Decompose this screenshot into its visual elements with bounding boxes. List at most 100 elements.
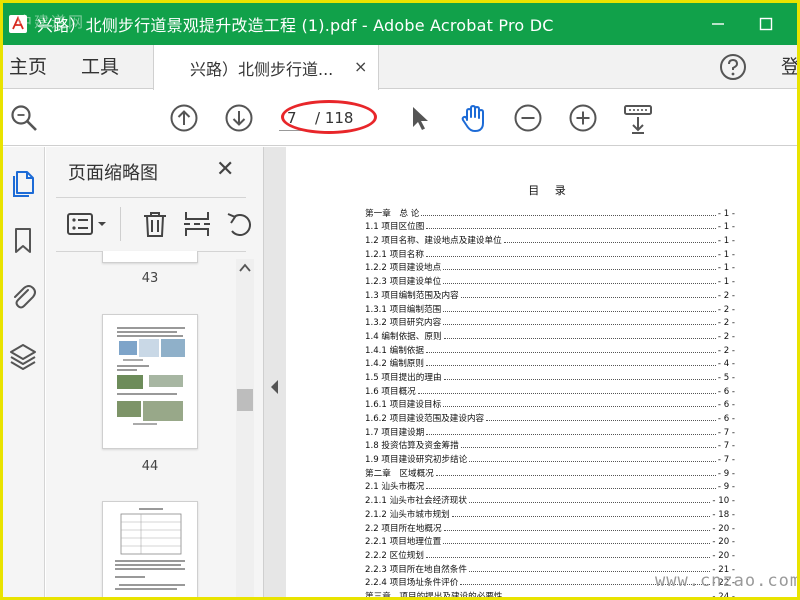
toc-entry[interactable]: 1.3.1 项目编制范围 - 2 -: [365, 301, 735, 315]
toc-entry[interactable]: 1.9 项目建设研究初步结论 - 7 -: [365, 451, 735, 465]
toc-leader-dots: [421, 214, 716, 216]
panel-title: 页面缩略图: [68, 163, 158, 184]
page-preview: [115, 508, 185, 590]
rotate-icon: [227, 213, 251, 236]
toc-entry[interactable]: 1.4 编制依据、原则 - 2 -: [365, 328, 735, 342]
toc-entry[interactable]: 1.2.2 项目建设地点 - 1 -: [365, 260, 735, 274]
toc-entry[interactable]: 1.3.2 项目研究内容 - 2 -: [365, 315, 735, 329]
toc-leader-dots: [425, 556, 711, 558]
toc-entry[interactable]: 第二章 区域概况 - 9 -: [365, 465, 735, 479]
document-view[interactable]: 目 录 第一章 总 论- 1 -1.1 项目区位图 - 1 -1.2 项目名称、建…: [286, 147, 797, 600]
toc-entry[interactable]: 1.5 项目提出的理由 - 5 -: [365, 369, 735, 383]
toc-entry[interactable]: 1.4.2 编制原则 - 4 -: [365, 356, 735, 369]
toc-entry-page: - 7 -: [717, 441, 735, 452]
toc-entry[interactable]: 1.2.3 项目建设单位 - 1 -: [365, 273, 735, 287]
table-of-contents: 第一章 总 论- 1 -1.1 项目区位图 - 1 -1.2 项目名称、建设地点及…: [365, 205, 735, 600]
minus-circle-icon: [514, 104, 542, 132]
toc-leader-dots: [443, 283, 716, 285]
close-panel-button[interactable]: ✕: [216, 157, 234, 182]
toc-entry[interactable]: 1.1 项目区位图 - 1 -: [365, 219, 735, 232]
delete-pages-button[interactable]: [140, 209, 170, 243]
arrow-up-circle-icon: [170, 104, 198, 132]
toc-entry[interactable]: 1.8 投资估算及资金筹措 - 7 -: [365, 438, 735, 452]
panel-collapse-strip[interactable]: [264, 147, 286, 597]
rotate-page-button[interactable]: [224, 209, 254, 243]
next-page-button[interactable]: [224, 103, 254, 133]
page-thumbnail-44[interactable]: [102, 314, 198, 449]
toc-entry[interactable]: 2.2.2 区位规划 - 20 -: [365, 547, 735, 561]
maximize-button[interactable]: [743, 3, 789, 45]
toc-entry-text: 1.3.2 项目研究内容: [365, 318, 442, 329]
sign-in-button[interactable]: 登: [781, 45, 797, 89]
page-thumbnail-45[interactable]: [102, 501, 198, 597]
toc-entry-text: 1.2.2 项目建设地点: [365, 263, 442, 274]
toc-leader-dots: [443, 310, 716, 312]
toc-entry-page: - 1 -: [717, 277, 735, 288]
toc-entry[interactable]: 2.1.2 汕头市城市规划 - 18 -: [365, 506, 735, 520]
toc-leader-dots: [443, 324, 716, 326]
toc-entry[interactable]: 1.7 项目建设期 - 7 -: [365, 424, 735, 438]
bookmarks-button[interactable]: [8, 225, 38, 255]
tab-document[interactable]: 兴路）北侧步行道... ×: [153, 45, 379, 90]
tab-home[interactable]: 主页: [9, 45, 47, 89]
toc-entry-page: - 2 -: [717, 331, 735, 342]
page-thumbnails-button[interactable]: [8, 167, 38, 197]
keyboard-scroll-button[interactable]: [622, 103, 652, 134]
toc-entry-page: - 2 -: [717, 290, 735, 301]
toc-entry-text: 1.5 项目提出的理由: [365, 372, 442, 383]
divider: [120, 207, 121, 241]
attachments-button[interactable]: [8, 281, 38, 311]
help-button[interactable]: [718, 52, 748, 86]
toc-entry-page: - 6 -: [717, 386, 735, 397]
insert-page-button[interactable]: [182, 209, 212, 243]
toc-entry-text: 2.2.4 项目场址条件评价: [365, 578, 459, 589]
toc-entry-text: 1.3 项目编制范围及内容: [365, 290, 459, 301]
toc-entry[interactable]: 2.1 汕头市概况 - 9 -: [365, 479, 735, 492]
arrow-down-circle-icon: [225, 104, 253, 132]
toc-entry[interactable]: 1.2.1 项目名称 - 1 -: [365, 246, 735, 260]
toc-entry-text: 2.2.1 项目地理位置: [365, 537, 442, 548]
options-menu-button[interactable]: [66, 209, 112, 243]
toc-entry-text: 第三章 项目的提出及建设的必要性: [365, 591, 503, 600]
list-options-icon: [67, 213, 106, 235]
collapse-left-icon[interactable]: [264, 377, 286, 397]
thumbnail-scrollbar[interactable]: [236, 259, 254, 597]
toc-entry[interactable]: 第一章 总 论 - 1 -: [365, 205, 735, 219]
watermark: www.cnzao.com: [655, 571, 800, 591]
zoom-in-button[interactable]: [568, 103, 598, 133]
layers-button[interactable]: [8, 341, 38, 371]
scrollbar-thumb[interactable]: [237, 389, 253, 411]
previous-page-button[interactable]: [169, 103, 199, 133]
toc-entry-text: 1.9 项目建设研究初步结论: [365, 455, 468, 466]
toc-entry-page: - 5 -: [717, 372, 735, 383]
toc-entry-page: - 24 -: [712, 591, 735, 600]
trash-icon: [144, 212, 166, 237]
toc-entry-text: 1.8 投资估算及资金筹措: [365, 441, 459, 452]
toc-entry[interactable]: 1.6.1 项目建设目标 - 6 -: [365, 397, 735, 410]
toc-entry[interactable]: 1.6.2 项目建设范围及建设内容 - 6 -: [365, 410, 735, 424]
minimize-button[interactable]: [695, 3, 741, 45]
search-button[interactable]: [9, 103, 39, 133]
toc-entry[interactable]: 1.4.1 编制依据 - 2 -: [365, 342, 735, 356]
tab-tools[interactable]: 工具: [81, 45, 119, 89]
toc-entry-text: 2.1.2 汕头市城市规划: [365, 509, 450, 520]
toc-leader-dots: [435, 474, 716, 476]
scroll-mode-icon: [624, 105, 652, 134]
toc-entry-text: 1.3.1 项目编制范围: [365, 304, 442, 315]
page-preview: [117, 327, 185, 425]
page-thumbnail-43[interactable]: [102, 251, 198, 263]
highlight-annotation-ellipse: [281, 100, 377, 134]
toc-entry[interactable]: 2.2.1 项目地理位置 - 20 -: [365, 534, 735, 548]
toc-entry[interactable]: 1.3 项目编制范围及内容 - 2 -: [365, 287, 735, 301]
toc-entry-page: - 1 -: [717, 236, 735, 247]
close-tab-button[interactable]: ×: [354, 57, 367, 76]
select-tool-button[interactable]: [405, 103, 435, 133]
zoom-out-button[interactable]: [513, 103, 543, 133]
toc-entry[interactable]: 1.6 项目概况 - 6 -: [365, 383, 735, 397]
hand-tool-button[interactable]: [458, 103, 488, 133]
toc-entry[interactable]: 2.1.1 汕头市社会经济现状 - 10 -: [365, 492, 735, 506]
toc-entry[interactable]: 1.2 项目名称、建设地点及建设单位 - 1 -: [365, 232, 735, 246]
toc-entry[interactable]: 2.2 项目所在地概况 - 20 -: [365, 520, 735, 534]
thumbnail-page-number: 44: [141, 459, 159, 474]
scroll-up-icon[interactable]: [236, 261, 254, 275]
